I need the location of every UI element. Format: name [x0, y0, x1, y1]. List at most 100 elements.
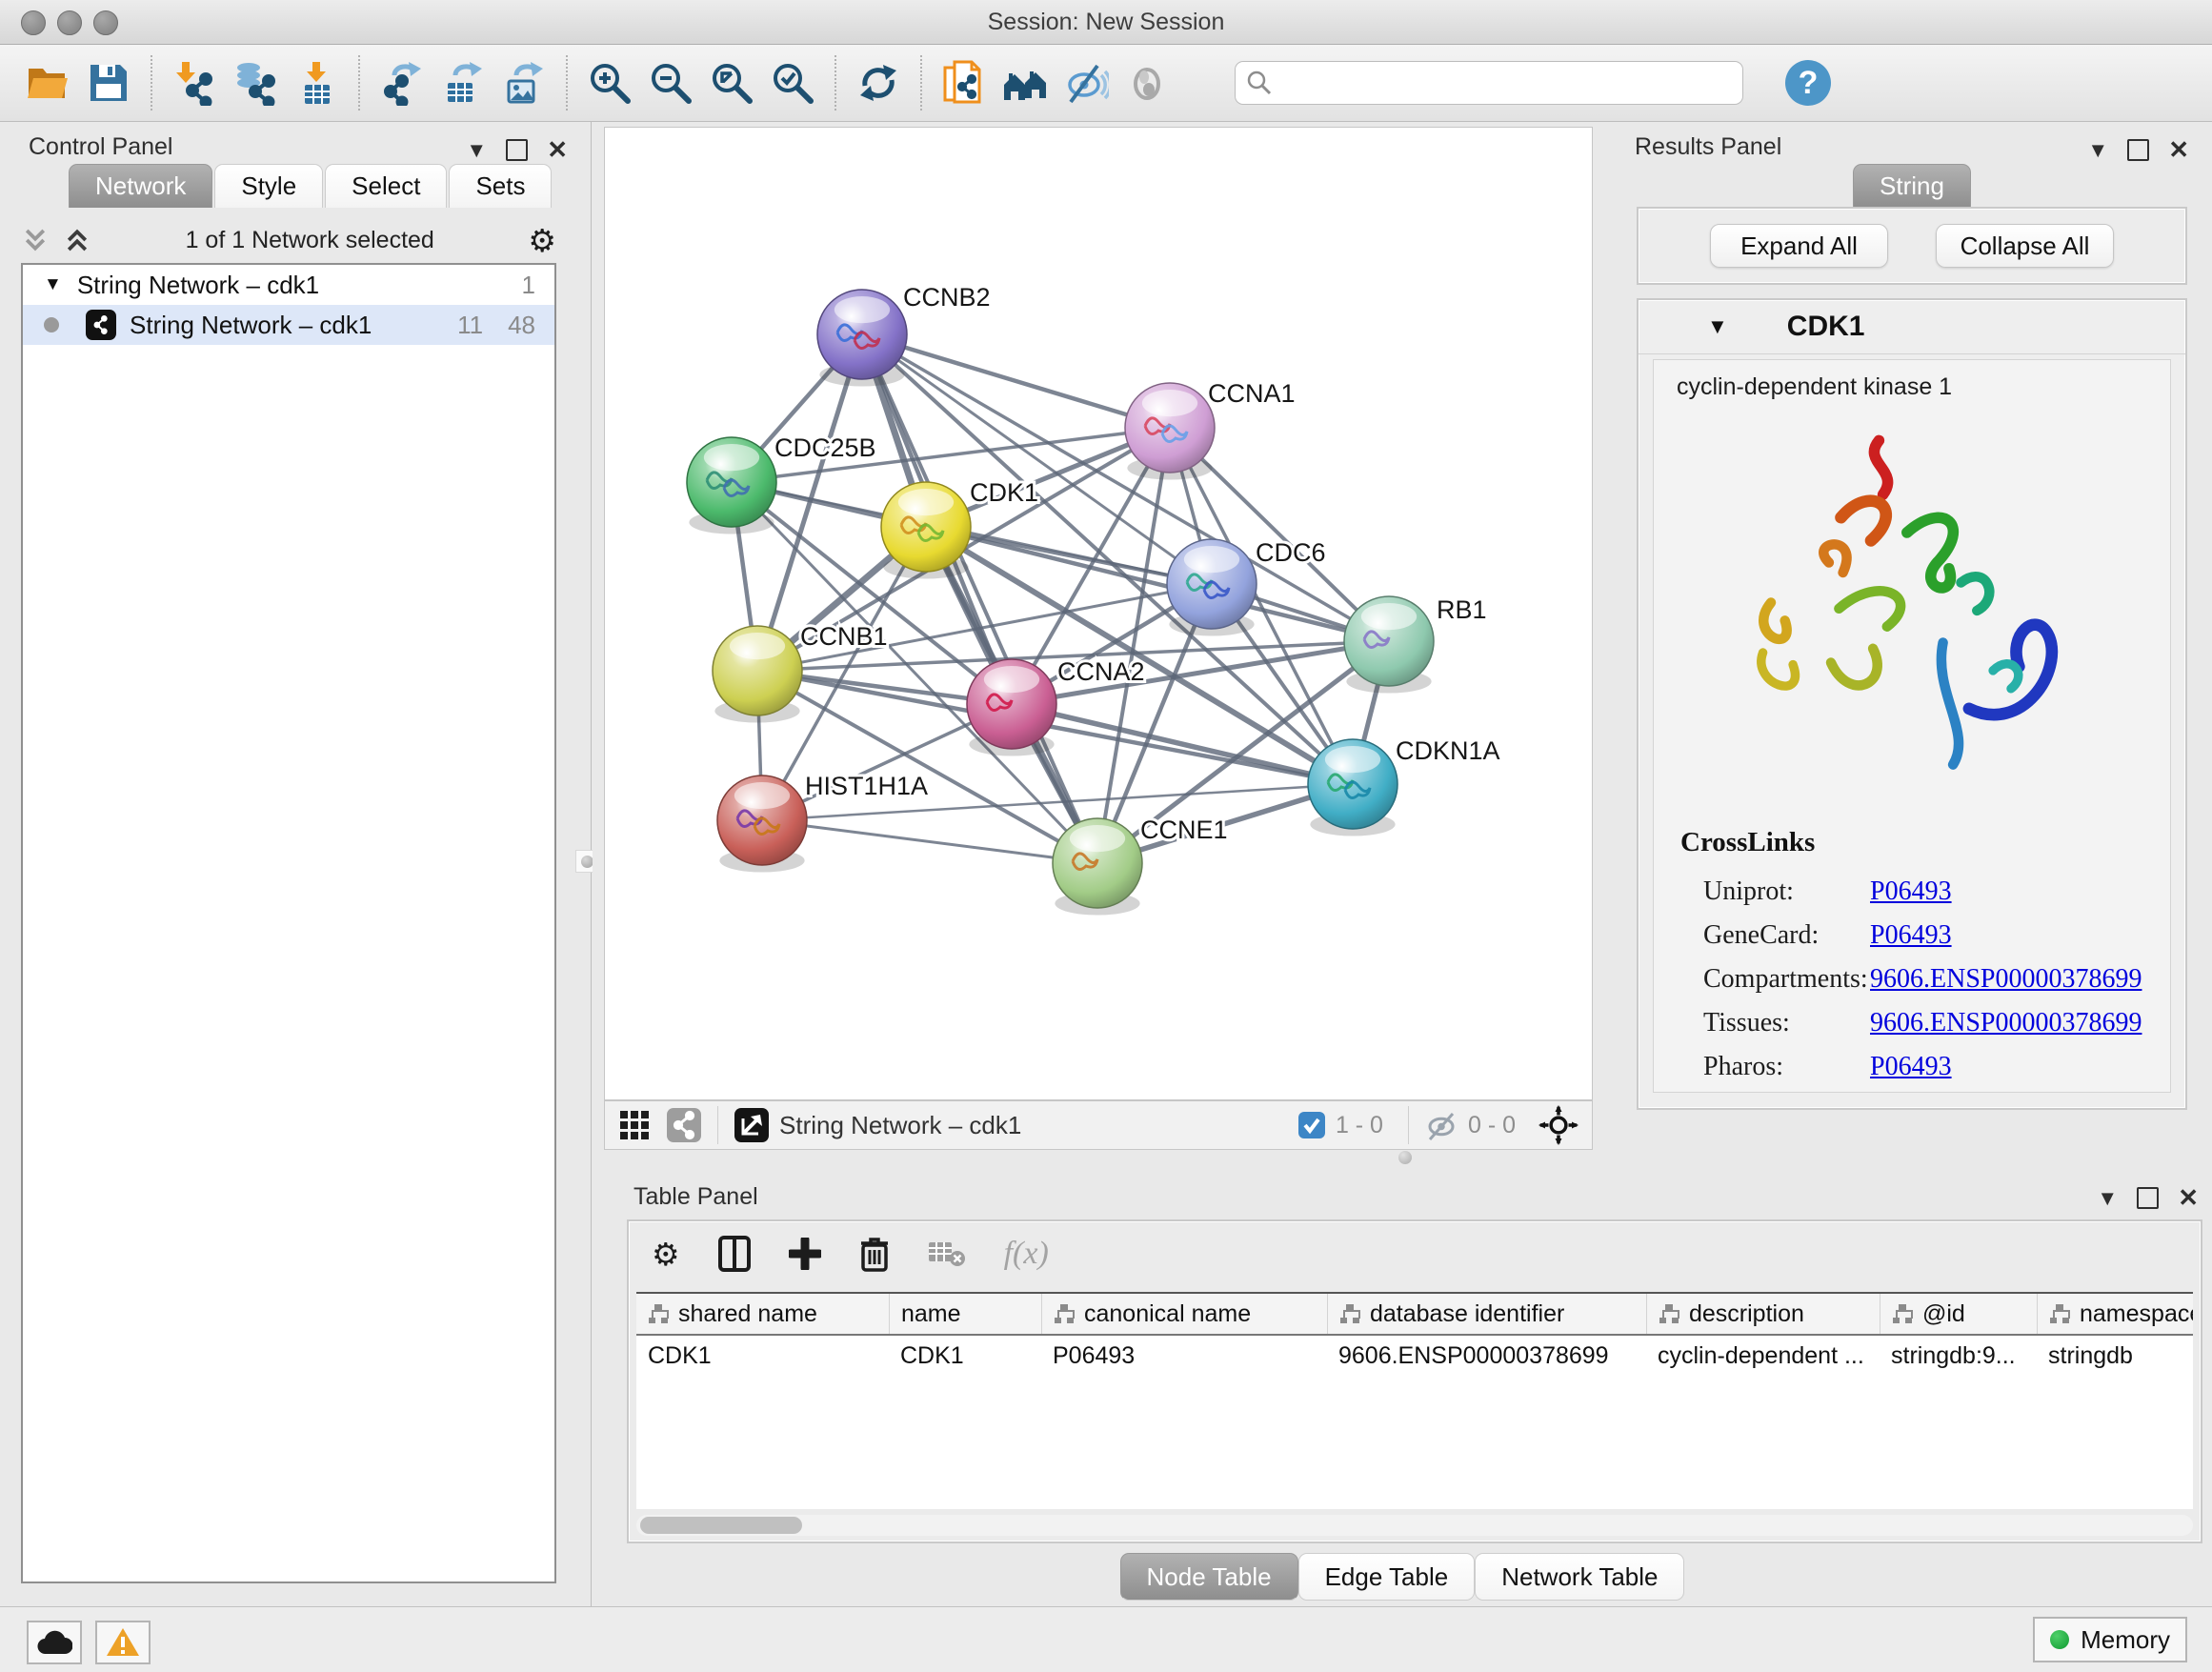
crosslink-link[interactable]: 9606.ENSP00000378699 [1870, 964, 2142, 995]
table-cell[interactable]: P06493 [1041, 1336, 1327, 1376]
gene-expander-icon[interactable]: ▼ [1707, 314, 1728, 339]
float-panel-icon[interactable] [2127, 139, 2149, 161]
close-panel-icon[interactable]: ✕ [2168, 135, 2189, 165]
network-collection-row[interactable]: ▼ String Network – cdk1 1 [23, 265, 554, 305]
network-edge[interactable] [1012, 704, 1353, 784]
show-eye-button[interactable] [1116, 53, 1177, 112]
crosslink-link[interactable]: P06493 [1870, 876, 1952, 907]
selected-checkbox-icon[interactable] [1297, 1111, 1326, 1139]
tab-style[interactable]: Style [214, 164, 323, 208]
network-options-gear-icon[interactable]: ⚙ [528, 225, 556, 256]
network-edge[interactable] [762, 820, 1097, 863]
network-node-CCNE1[interactable] [1053, 818, 1142, 916]
table-cell[interactable]: cyclin-dependent ... [1646, 1336, 1880, 1376]
delete-column-icon[interactable] [859, 1236, 890, 1272]
network-node-CCNB1[interactable] [713, 626, 802, 723]
column-header-canonical-name[interactable]: canonical name [1041, 1294, 1327, 1334]
tab-node-table[interactable]: Node Table [1120, 1553, 1298, 1601]
import-table-button[interactable] [286, 53, 347, 112]
float-panel-icon[interactable] [2137, 1187, 2159, 1209]
scrollbar-thumb[interactable] [640, 1517, 802, 1534]
horizontal-splitter-handle[interactable] [1398, 1151, 1412, 1164]
table-cell[interactable]: stringdb [2037, 1336, 2193, 1376]
zoom-out-button[interactable] [640, 53, 701, 112]
network-node-CDC6[interactable] [1167, 539, 1257, 636]
zoom-in-button[interactable] [579, 53, 640, 112]
network-edge[interactable] [862, 334, 1170, 428]
expand-all-chevrons-icon[interactable] [21, 226, 50, 254]
close-panel-icon[interactable]: ✕ [2178, 1183, 2199, 1213]
crosslink-link[interactable]: 9606.ENSP00000378699 [1870, 1008, 2142, 1038]
network-row-selected[interactable]: String Network – cdk1 11 48 [23, 305, 554, 345]
open-in-new-window-icon[interactable] [734, 1107, 770, 1143]
zoom-fit-button[interactable] [701, 53, 762, 112]
network-canvas[interactable]: CCNB2CCNA1CDC25BCDK1CDC6RB1CCNB1CCNA2CDK… [604, 127, 1593, 1100]
network-node-CDC25B[interactable] [687, 437, 776, 534]
close-panel-icon[interactable]: ✕ [547, 135, 568, 165]
collapse-panel-icon[interactable]: ▼ [2087, 138, 2108, 163]
table-horizontal-scrollbar[interactable] [636, 1515, 2193, 1536]
export-table-button[interactable] [432, 53, 493, 112]
grid-view-icon[interactable] [618, 1109, 651, 1141]
show-columns-icon[interactable] [718, 1236, 751, 1272]
network-node-CCNA1[interactable] [1125, 383, 1215, 480]
refresh-button[interactable] [848, 53, 909, 112]
crosslink-link[interactable]: P06493 [1870, 1052, 1952, 1082]
table-cell[interactable]: stringdb:9... [1880, 1336, 2037, 1376]
collapse-all-button[interactable]: Collapse All [1936, 224, 2114, 268]
table-cell[interactable]: CDK1 [889, 1336, 1041, 1376]
column-header-shared-name[interactable]: shared name [636, 1294, 889, 1334]
hide-glasses-button[interactable] [1056, 53, 1116, 112]
collapse-panel-icon[interactable]: ▼ [466, 138, 487, 163]
table-row[interactable]: CDK1CDK1P064939606.ENSP00000378699cyclin… [636, 1336, 2193, 1376]
tab-edge-table[interactable]: Edge Table [1298, 1553, 1476, 1601]
tab-network[interactable]: Network [69, 164, 212, 208]
import-network-from-database-button[interactable] [225, 53, 286, 112]
network-node-RB1[interactable] [1344, 596, 1434, 694]
column-header-namespace[interactable]: namespace [2037, 1294, 2193, 1334]
network-node-CDKN1A[interactable] [1308, 739, 1398, 836]
column-header-name[interactable]: name [889, 1294, 1041, 1334]
collapse-all-chevrons-icon[interactable] [63, 226, 91, 254]
string-home-button[interactable] [995, 53, 1056, 112]
tab-network-table[interactable]: Network Table [1475, 1553, 1684, 1601]
import-network-button[interactable] [164, 53, 225, 112]
delete-table-icon[interactable] [928, 1239, 966, 1268]
tab-string[interactable]: String [1853, 164, 1971, 208]
column-header-@id[interactable]: @id [1880, 1294, 2037, 1334]
string-network-graph[interactable]: CCNB2CCNA1CDC25BCDK1CDC6RB1CCNB1CCNA2CDK… [605, 128, 1592, 1099]
export-image-button[interactable] [493, 53, 554, 112]
network-node-HIST1H1A[interactable] [717, 776, 807, 873]
memory-button[interactable]: Memory [2033, 1617, 2187, 1662]
tab-select[interactable]: Select [325, 164, 447, 208]
birdseye-view-icon[interactable] [666, 1107, 702, 1143]
float-panel-icon[interactable] [506, 139, 528, 161]
crosslink-link[interactable]: P06493 [1870, 920, 1952, 951]
gene-section-header[interactable]: ▼ CDK1 [1639, 300, 2185, 354]
warnings-button[interactable] [95, 1621, 151, 1664]
create-column-icon[interactable] [789, 1238, 821, 1270]
fit-crosshair-icon[interactable] [1538, 1105, 1579, 1145]
column-header-description[interactable]: description [1646, 1294, 1880, 1334]
network-node-CCNA2[interactable] [967, 659, 1056, 756]
export-network-button[interactable] [372, 53, 432, 112]
column-header-database-identifier[interactable]: database identifier [1327, 1294, 1646, 1334]
tab-sets[interactable]: Sets [449, 164, 552, 208]
table-settings-gear-icon[interactable]: ⚙ [652, 1239, 680, 1270]
zoom-selected-button[interactable] [762, 53, 823, 112]
cloud-status-button[interactable] [27, 1621, 82, 1664]
search-input[interactable] [1235, 61, 1743, 105]
hidden-eye-icon[interactable] [1424, 1108, 1458, 1142]
collapse-panel-icon[interactable]: ▼ [2097, 1186, 2118, 1211]
expand-all-button[interactable]: Expand All [1710, 224, 1888, 268]
network-node-CDK1[interactable] [881, 482, 971, 579]
table-cell[interactable]: 9606.ENSP00000378699 [1327, 1336, 1646, 1376]
equation-fx-icon[interactable]: f(x) [1004, 1236, 1049, 1272]
network-node-CCNB2[interactable] [817, 290, 907, 387]
share-document-button[interactable] [934, 53, 995, 112]
help-button[interactable]: ? [1783, 58, 1833, 108]
open-session-button[interactable] [17, 53, 78, 112]
tree-expander-icon[interactable]: ▼ [44, 274, 62, 295]
save-session-button[interactable] [78, 53, 139, 112]
table-cell[interactable]: CDK1 [636, 1336, 889, 1376]
